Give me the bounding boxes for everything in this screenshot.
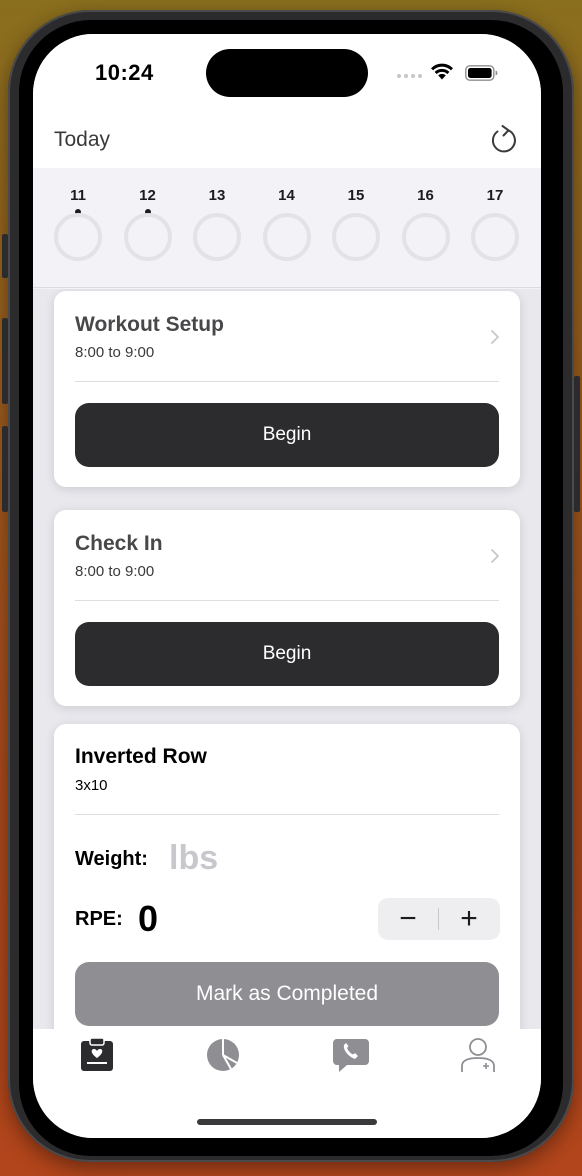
day-number: 14: [278, 187, 295, 204]
day-item[interactable]: 13: [192, 186, 242, 276]
task-title: Workout Setup: [75, 313, 224, 336]
rpe-value: 0: [138, 898, 159, 939]
side-button-volume-up: [2, 318, 8, 404]
side-button-volume-down: [2, 426, 8, 512]
care-plan-icon[interactable]: [76, 1037, 116, 1073]
divider: [75, 814, 499, 815]
mark-completed-button[interactable]: Mark as Completed: [75, 962, 499, 1026]
divider: [75, 600, 499, 601]
side-button-action: [2, 234, 8, 278]
weight-input[interactable]: lbs: [169, 839, 218, 878]
exercise-card-inverted-row: Inverted Row 3x10 Weight: lbs RPE: 0 − +…: [54, 724, 520, 1029]
day-item[interactable]: 16: [401, 186, 451, 276]
task-title: Check In: [75, 532, 163, 555]
day-item[interactable]: 12: [123, 186, 173, 276]
divider: [75, 381, 499, 382]
day-number: 13: [208, 187, 226, 204]
day-item[interactable]: 15: [331, 186, 381, 276]
completion-ring: [401, 213, 450, 261]
insights-pie-icon[interactable]: [203, 1037, 243, 1073]
home-indicator: [197, 1119, 377, 1125]
weight-label: Weight:: [75, 848, 148, 870]
completion-ring: [471, 213, 519, 261]
day-item[interactable]: 14: [262, 186, 312, 276]
completion-ring: [332, 213, 380, 261]
profile-icon[interactable]: [458, 1037, 498, 1073]
task-card-check-in[interactable]: Check In 8:00 to 9:00 Begin: [54, 510, 520, 706]
task-time: 8:00 to 9:00: [75, 344, 155, 361]
chevron-right-icon[interactable]: [490, 548, 500, 564]
exercise-title: Inverted Row: [75, 745, 207, 768]
day-number: 12: [139, 187, 156, 204]
cellular-signal-icon: [397, 74, 422, 78]
wifi-icon: [431, 63, 453, 80]
status-time: 10:24: [95, 60, 154, 85]
completion-ring: [123, 213, 172, 261]
rpe-increment-button[interactable]: +: [439, 898, 499, 940]
task-time: 8:00 to 9:00: [75, 563, 155, 580]
task-list[interactable]: Workout Setup 8:00 to 9:00 Begin Check I…: [33, 289, 541, 1029]
nav-header: Today: [33, 120, 541, 168]
rpe-stepper: − +: [378, 898, 500, 940]
dynamic-island: [206, 49, 368, 97]
day-item[interactable]: 11: [53, 186, 103, 276]
side-button-power: [574, 376, 580, 512]
day-number: 15: [347, 187, 365, 204]
completion-ring: [262, 213, 311, 261]
begin-button[interactable]: Begin: [75, 622, 499, 686]
task-card-workout-setup[interactable]: Workout Setup 8:00 to 9:00 Begin: [54, 291, 520, 487]
day-number: 11: [70, 187, 86, 204]
completion-ring: [54, 213, 102, 261]
day-item[interactable]: 17: [470, 186, 520, 276]
page-title: Today: [54, 128, 111, 151]
exercise-sets: 3x10: [75, 777, 108, 794]
week-calendar-strip: 11 12 13 14 15 16 17: [33, 168, 541, 288]
rpe-decrement-button[interactable]: −: [378, 898, 438, 940]
begin-button[interactable]: Begin: [75, 403, 499, 467]
refresh-icon[interactable]: [488, 122, 520, 156]
contact-chat-icon[interactable]: [331, 1037, 371, 1073]
day-number: 17: [486, 187, 504, 204]
day-number: 16: [417, 187, 434, 204]
rpe-label: RPE:: [75, 908, 123, 930]
battery-icon: [465, 65, 498, 81]
completion-ring: [193, 213, 241, 261]
chevron-right-icon[interactable]: [490, 329, 500, 345]
screen: 10:24 Today 11 12 13 14 15 16 17 Workout…: [33, 34, 541, 1138]
status-bar: 10:24: [33, 34, 541, 134]
